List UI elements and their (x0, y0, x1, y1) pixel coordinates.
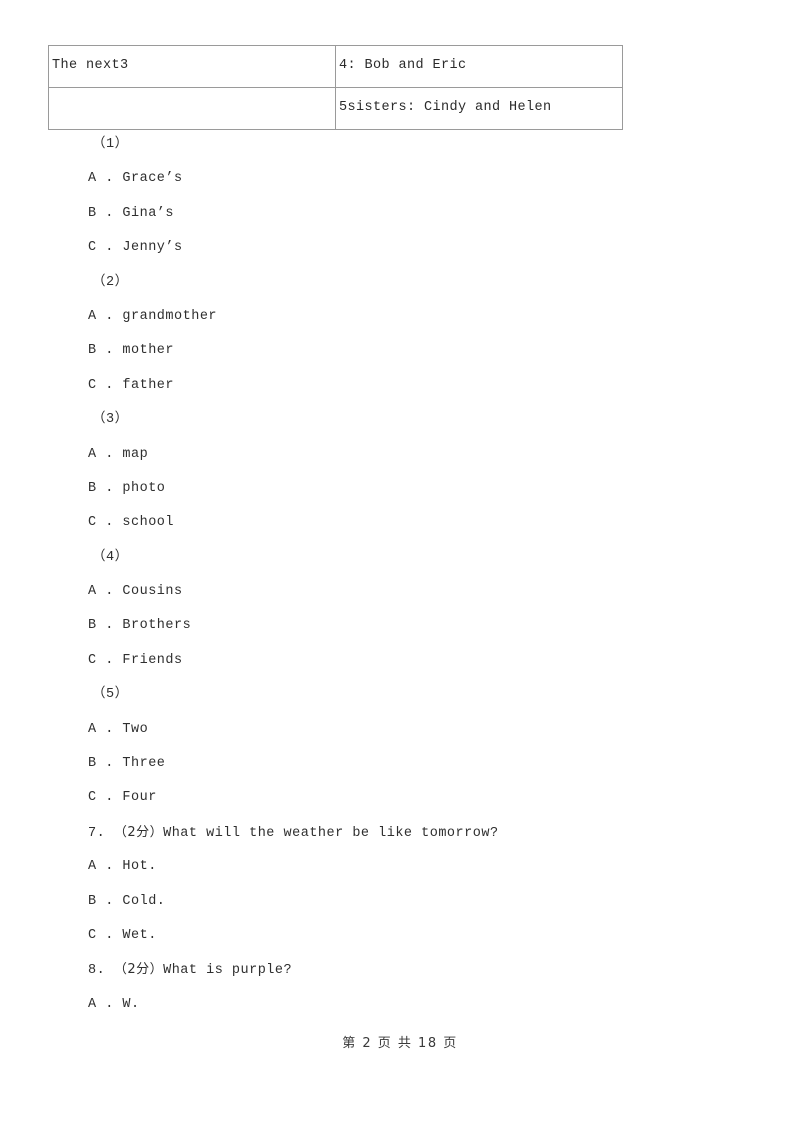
option-item[interactable]: B . Cold. (0, 885, 800, 919)
question-stem-7: 7. （2分）What will the weather be like tom… (0, 816, 800, 850)
option-item[interactable]: C . school (0, 506, 800, 540)
table-cell-right: 4: Bob and Eric (335, 45, 623, 88)
content-body: （1） A . Grace’s B . Gina’s C . Jenny’s （… (0, 128, 800, 1022)
option-item[interactable]: A . grandmother (0, 300, 800, 334)
option-item[interactable]: C . Friends (0, 644, 800, 678)
question-marks: （2分） (113, 962, 164, 978)
sub-question-label-2: （2） (92, 274, 129, 290)
option-item[interactable]: B . Three (0, 747, 800, 781)
info-table-body: The next3 4: Bob and Eric 5sisters: Cind… (48, 45, 623, 130)
question-stem-8: 8. （2分）What is purple? (0, 953, 800, 987)
table-cell-left (48, 87, 336, 130)
sub-question-label-3: （3） (92, 412, 129, 428)
option-item[interactable]: C . Jenny’s (0, 231, 800, 265)
option-item[interactable]: B . Gina’s (0, 197, 800, 231)
option-item[interactable]: C . Four (0, 781, 800, 815)
table-cell-left: The next3 (48, 45, 336, 88)
option-item[interactable]: B . mother (0, 334, 800, 368)
option-item[interactable]: A . W. (0, 988, 800, 1022)
question-text: What will the weather be like tomorrow? (163, 825, 499, 841)
option-item[interactable]: A . map (0, 438, 800, 472)
option-item[interactable]: C . Wet. (0, 919, 800, 953)
document-page: The next3 4: Bob and Eric 5sisters: Cind… (0, 0, 800, 1132)
option-item[interactable]: C . father (0, 369, 800, 403)
table-cell-right: 5sisters: Cindy and Helen (335, 87, 623, 130)
option-item[interactable]: A . Two (0, 713, 800, 747)
page-footer: 第 2 页 共 18 页 (342, 1036, 458, 1051)
option-item[interactable]: A . Hot. (0, 850, 800, 884)
question-text: What is purple? (163, 963, 293, 979)
question-number: 8. (88, 963, 106, 979)
question-marks: （2分） (113, 824, 164, 840)
sub-question-label-1: （1） (92, 137, 129, 152)
sub-question-label-5: （5） (92, 687, 129, 703)
table-row: The next3 4: Bob and Eric (48, 45, 623, 88)
question-number: 7. (88, 825, 106, 841)
table-row: 5sisters: Cindy and Helen (48, 87, 623, 130)
option-item[interactable]: B . Brothers (0, 609, 800, 643)
info-table: The next3 4: Bob and Eric 5sisters: Cind… (48, 45, 623, 130)
option-item[interactable]: A . Grace’s (0, 162, 800, 196)
option-item[interactable]: B . photo (0, 472, 800, 506)
sub-question-label-4: （4） (92, 549, 129, 565)
option-item[interactable]: A . Cousins (0, 575, 800, 609)
